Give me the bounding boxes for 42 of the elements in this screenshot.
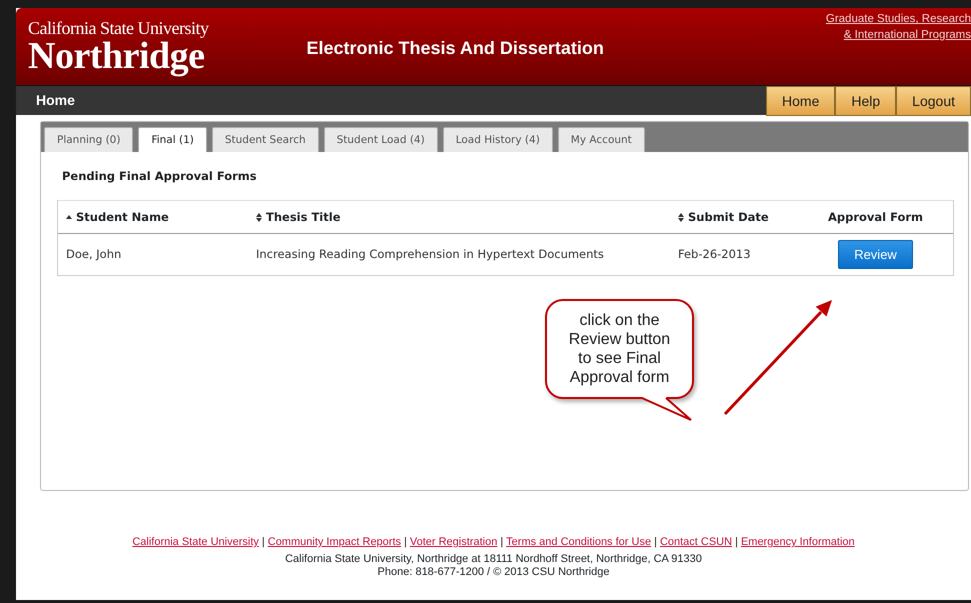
table-cell: Increasing Reading Comprehension in Hypertext Documents [256,247,604,262]
sort-icon[interactable] [678,212,684,222]
callout-tail [642,397,692,421]
sort-icon[interactable] [256,212,262,222]
tab[interactable]: Student Load (4) [324,127,438,152]
column-header[interactable]: Submit Date [688,208,769,226]
callout: click on the Review button to see Final Approval form [545,299,694,399]
link-separator: | [404,536,407,549]
tab[interactable]: My Account [558,127,645,152]
link-separator: | [500,536,504,549]
table-cell: Feb-26-2013 [678,247,751,262]
tab[interactable]: Final (1) [138,127,207,152]
tab[interactable]: Load History (4) [442,127,553,152]
footer-link[interactable]: Contact CSUN [660,536,732,549]
page-title: Electronic Thesis And Dissertation [306,37,604,60]
nav-label: Home [36,91,75,110]
footer-link[interactable]: Community Impact Reports [268,536,402,549]
footer-address: California State University, Northridge at 18111 Nordhoff Street, Northridge, CA 91330 [284,553,703,566]
footer-link[interactable]: Emergency Information [740,536,855,549]
logo-name: Northridge [28,36,205,74]
table-cell: Doe, John [66,247,122,262]
footer-link[interactable]: Voter Registration [410,536,498,549]
link-separator: | [735,536,738,549]
tab[interactable]: Planning (0) [44,127,134,152]
logo-subtitle: California State University [28,18,208,36]
sort-ascending-icon[interactable] [66,215,72,220]
section-title: Pending Final Approval Forms [62,168,258,185]
footer-link[interactable]: Terms and Conditions for Use [506,536,652,549]
column-header[interactable]: Approval Form [828,208,924,226]
nav-button[interactable]: Logout [896,86,971,116]
link-separator: | [654,536,657,549]
header-link[interactable]: Graduate Studies, Research [826,11,971,27]
footer-link[interactable]: California State University [132,536,259,549]
column-header[interactable]: Student Name [76,208,169,226]
tab[interactable]: Student Search [212,127,319,152]
nav-button[interactable]: Help [835,86,896,116]
footer-contact: Phone: 818-677-1200 / © 2013 CSU Northridge [376,566,610,579]
column-header[interactable]: Thesis Title [266,208,340,226]
link-separator: | [262,536,265,549]
review-button[interactable]: Review [838,240,913,270]
header-link[interactable]: & International Programs [826,27,971,43]
nav-button[interactable]: Home [766,86,836,116]
